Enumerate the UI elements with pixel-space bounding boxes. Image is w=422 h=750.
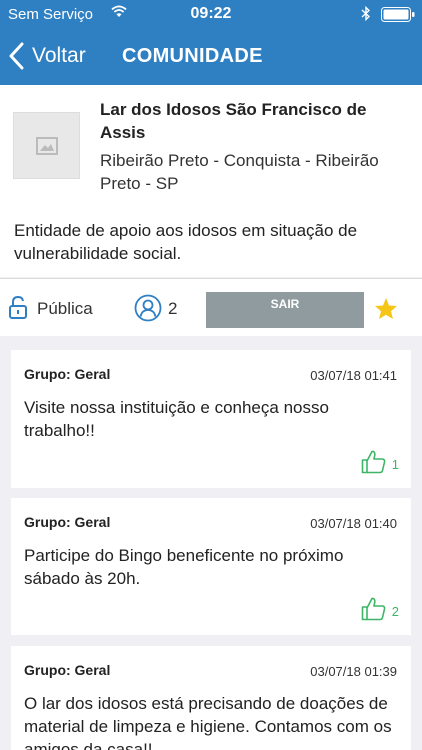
favorite-star-icon[interactable] — [374, 297, 398, 320]
post-card: Grupo: Geral 03/07/18 01:40 Participe do… — [11, 498, 411, 635]
post-group: Grupo: Geral — [24, 662, 111, 678]
actions-bar: Pública 2 SAIR — [0, 278, 422, 336]
community-info: Lar dos Idosos São Francisco de Assis Ri… — [0, 85, 422, 277]
members-count: 2 — [168, 299, 178, 318]
post-date: 03/07/18 01:39 — [310, 664, 397, 679]
app-header: Sem Serviço 09:22 Voltar COMUNIDADE — [0, 0, 422, 85]
page-title: COMUNIDADE — [122, 45, 263, 67]
nav-bar: Voltar COMUNIDADE — [0, 32, 422, 80]
like-count: 1 — [391, 457, 399, 472]
bluetooth-icon — [361, 6, 371, 21]
post-group: Grupo: Geral — [24, 366, 111, 382]
back-button[interactable]: Voltar — [8, 38, 86, 74]
post-text: Participe do Bingo beneficente no próxim… — [24, 546, 344, 588]
thumbs-up-icon — [361, 450, 386, 474]
post-card: Grupo: Geral 03/07/18 01:39 O lar dos id… — [11, 646, 411, 750]
like-button[interactable]: 2 — [361, 596, 399, 621]
post-date: 03/07/18 01:41 — [310, 368, 397, 383]
like-button[interactable]: 1 — [361, 449, 399, 474]
post-text: O lar dos idosos está precisando de doaç… — [24, 694, 392, 750]
community-image — [13, 112, 80, 179]
leave-button[interactable]: SAIR — [206, 292, 364, 328]
carrier-label: Sem Serviço — [8, 6, 94, 23]
like-count: 2 — [391, 604, 399, 619]
community-location: Ribeirão Preto - Conquista - Ribeirão Pr… — [100, 151, 379, 193]
visibility-label: Pública — [37, 299, 93, 318]
post-group: Grupo: Geral — [24, 514, 111, 530]
post-date: 03/07/18 01:40 — [310, 516, 397, 531]
community-name: Lar dos Idosos São Francisco de Assis — [100, 100, 367, 142]
members-icon[interactable] — [134, 294, 162, 322]
thumbs-up-icon — [361, 597, 386, 621]
battery-icon — [381, 7, 415, 22]
community-description: Entidade de apoio aos idosos em situação… — [14, 221, 358, 263]
image-placeholder-icon — [35, 136, 58, 155]
chevron-left-icon — [9, 42, 24, 70]
lock-open-icon — [9, 295, 27, 319]
back-label: Voltar — [32, 44, 86, 67]
post-card: Grupo: Geral 03/07/18 01:41 Visite nossa… — [11, 350, 411, 488]
wifi-icon — [111, 5, 127, 17]
status-bar: Sem Serviço 09:22 — [0, 0, 422, 28]
post-text: Visite nossa instituição e conheça nosso… — [24, 398, 329, 440]
